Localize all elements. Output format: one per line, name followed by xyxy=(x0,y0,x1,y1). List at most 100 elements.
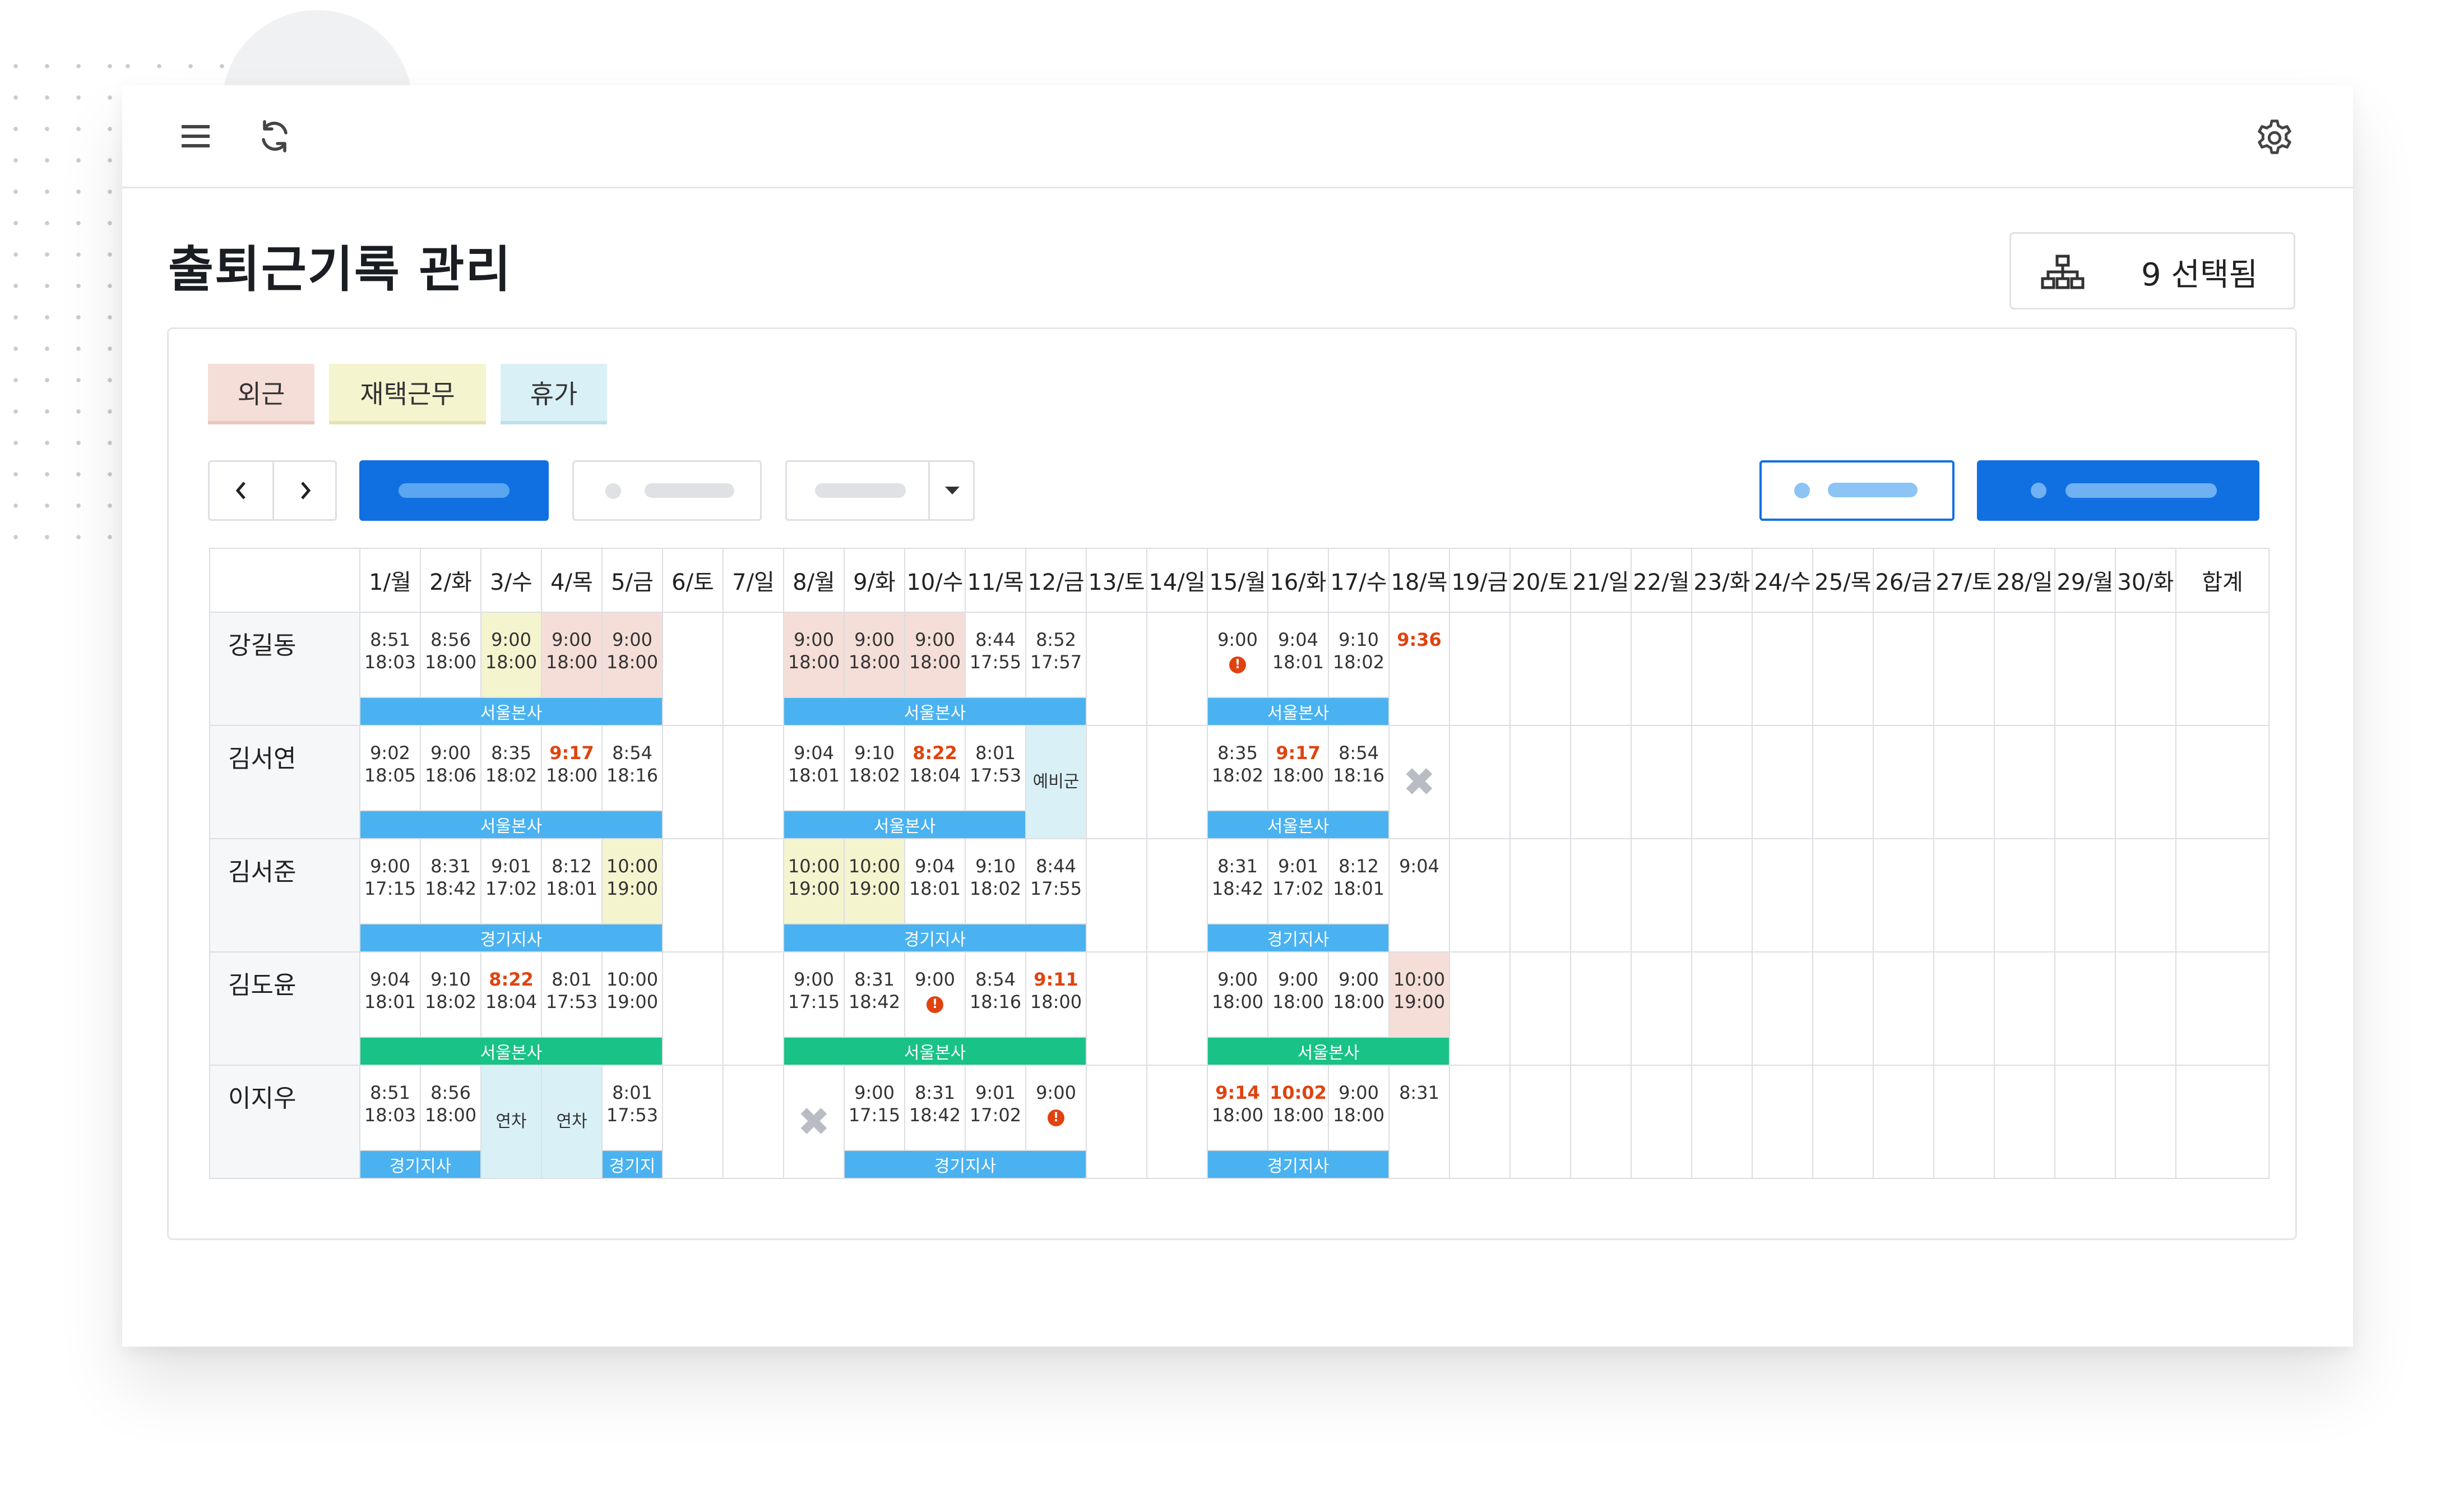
day-cell[interactable] xyxy=(1086,838,1147,953)
workplace-band[interactable]: 서울본사 xyxy=(359,810,663,839)
day-cell[interactable] xyxy=(1146,612,1208,726)
day-cell[interactable]: 10:00 19:00 xyxy=(844,838,905,924)
day-cell[interactable]: 9:04 18:01 xyxy=(359,951,421,1038)
day-cell[interactable] xyxy=(1146,838,1208,953)
day-cell[interactable]: 9:10 18:02 xyxy=(420,951,481,1038)
day-cell[interactable] xyxy=(1873,725,1934,839)
day-cell[interactable] xyxy=(2115,1065,2176,1179)
day-cell[interactable] xyxy=(1873,1065,1934,1179)
day-cell[interactable]: 8:54 18:16 xyxy=(965,951,1026,1038)
day-cell[interactable]: 9:04 18:01 xyxy=(783,725,845,811)
day-cell[interactable]: 8:31 18:42 xyxy=(904,1065,966,1151)
day-header[interactable]: 26/금 xyxy=(1873,548,1934,613)
day-cell[interactable] xyxy=(662,838,724,953)
day-cell[interactable] xyxy=(2115,951,2176,1066)
day-header[interactable]: 20/토 xyxy=(1509,548,1571,613)
workplace-band[interactable]: 서울본사 xyxy=(359,697,663,726)
filter-toggle-button[interactable] xyxy=(572,460,762,521)
day-cell[interactable]: 9:02 18:05 xyxy=(359,725,421,811)
day-cell[interactable] xyxy=(1449,612,1511,726)
day-cell[interactable] xyxy=(1631,725,1692,839)
day-cell[interactable]: 9:00 18:00 xyxy=(480,612,542,698)
alert-icon[interactable]: ! xyxy=(1229,656,1246,673)
employee-name[interactable]: 이지우 xyxy=(209,1065,360,1179)
workplace-band[interactable]: 서울본사 xyxy=(783,810,1026,839)
day-cell[interactable]: 9:00! xyxy=(1207,612,1268,698)
workplace-band[interactable]: 경기지사 xyxy=(783,923,1087,953)
day-cell[interactable] xyxy=(722,951,784,1066)
day-header[interactable]: 23/화 xyxy=(1691,548,1753,613)
day-cell[interactable] xyxy=(2115,838,2176,953)
day-cell[interactable] xyxy=(1933,951,1995,1066)
day-cell[interactable]: 8:31 18:42 xyxy=(420,838,481,924)
primary-filter-button[interactable] xyxy=(359,460,549,521)
workplace-band[interactable]: 경기지 xyxy=(601,1150,663,1179)
day-cell[interactable]: 9:00 18:00 xyxy=(783,612,845,698)
day-header[interactable]: 22/월 xyxy=(1631,548,1692,613)
day-cell[interactable]: 9:17 18:00 xyxy=(541,725,603,811)
day-header[interactable]: 13/토 xyxy=(1086,548,1147,613)
day-cell[interactable] xyxy=(1873,612,1934,726)
day-cell[interactable]: 9:00 18:06 xyxy=(420,725,481,811)
day-cell[interactable] xyxy=(1812,612,1874,726)
day-cell[interactable] xyxy=(1449,951,1511,1066)
day-cell[interactable] xyxy=(1086,612,1147,726)
day-cell[interactable] xyxy=(722,612,784,726)
day-cell[interactable] xyxy=(1146,725,1208,839)
day-header[interactable]: 2/화 xyxy=(420,548,481,613)
day-cell[interactable] xyxy=(1691,612,1753,726)
day-cell[interactable] xyxy=(1086,951,1147,1066)
day-cell[interactable] xyxy=(1509,838,1571,953)
day-cell[interactable] xyxy=(1570,725,1632,839)
day-cell[interactable] xyxy=(1933,612,1995,726)
day-cell[interactable]: 10:02 18:00 xyxy=(1267,1065,1329,1151)
day-cell[interactable] xyxy=(1994,725,2055,839)
employee-name[interactable]: 김서준 xyxy=(209,838,360,953)
day-cell[interactable]: 8:56 18:00 xyxy=(420,1065,481,1151)
day-cell[interactable] xyxy=(1449,838,1511,953)
day-cell[interactable]: 8:44 17:55 xyxy=(965,612,1026,698)
day-header[interactable]: 29/월 xyxy=(2054,548,2116,613)
day-cell[interactable]: 9:14 18:00 xyxy=(1207,1065,1268,1151)
day-header[interactable]: 7/일 xyxy=(722,548,784,613)
day-header[interactable]: 9/화 xyxy=(844,548,905,613)
day-cell[interactable]: 9:00 18:00 xyxy=(1267,951,1329,1038)
day-cell[interactable]: 9:17 18:00 xyxy=(1267,725,1329,811)
day-cell[interactable]: 8:01 17:53 xyxy=(601,1065,663,1151)
day-cell[interactable] xyxy=(662,951,724,1066)
day-cell[interactable] xyxy=(2115,612,2176,726)
day-header[interactable]: 21/일 xyxy=(1570,548,1632,613)
day-cell[interactable] xyxy=(2054,951,2116,1066)
day-cell[interactable] xyxy=(1752,725,1813,839)
day-header[interactable]: 15/월 xyxy=(1207,548,1268,613)
secondary-action-button[interactable] xyxy=(1759,460,1954,521)
workplace-band[interactable]: 경기지사 xyxy=(359,923,663,953)
day-cell[interactable] xyxy=(1509,951,1571,1066)
day-cell[interactable] xyxy=(2115,725,2176,839)
day-cell[interactable]: 9:00 18:00 xyxy=(844,612,905,698)
day-cell[interactable]: 8:12 18:01 xyxy=(541,838,603,924)
day-header[interactable]: 16/화 xyxy=(1267,548,1329,613)
day-cell[interactable]: 10:00 19:00 xyxy=(783,838,845,924)
day-cell[interactable]: 8:56 18:00 xyxy=(420,612,481,698)
day-cell[interactable]: 8:51 18:03 xyxy=(359,612,421,698)
day-header[interactable]: 10/수 xyxy=(904,548,966,613)
day-cell[interactable]: ✖ xyxy=(783,1065,845,1179)
day-cell[interactable]: 9:10 18:02 xyxy=(965,838,1026,924)
alert-icon[interactable]: ! xyxy=(1048,1109,1064,1126)
day-cell[interactable] xyxy=(1812,951,1874,1066)
day-cell[interactable] xyxy=(1933,1065,1995,1179)
day-cell[interactable]: 10:00 19:00 xyxy=(1388,951,1450,1038)
day-cell[interactable]: 9:04 18:01 xyxy=(1267,612,1329,698)
day-cell[interactable] xyxy=(662,725,724,839)
day-header[interactable]: 24/수 xyxy=(1752,548,1813,613)
day-cell[interactable]: 9:00! xyxy=(1025,1065,1087,1151)
day-cell[interactable]: 연차 xyxy=(541,1065,603,1179)
employee-name[interactable]: 김서연 xyxy=(209,725,360,839)
day-cell[interactable]: 8:01 17:53 xyxy=(541,951,603,1038)
day-cell[interactable] xyxy=(1570,1065,1632,1179)
day-cell[interactable] xyxy=(1873,951,1934,1066)
day-cell[interactable] xyxy=(1752,838,1813,953)
day-cell[interactable]: 9:00 18:00 xyxy=(1207,951,1268,1038)
day-cell[interactable] xyxy=(1509,612,1571,726)
